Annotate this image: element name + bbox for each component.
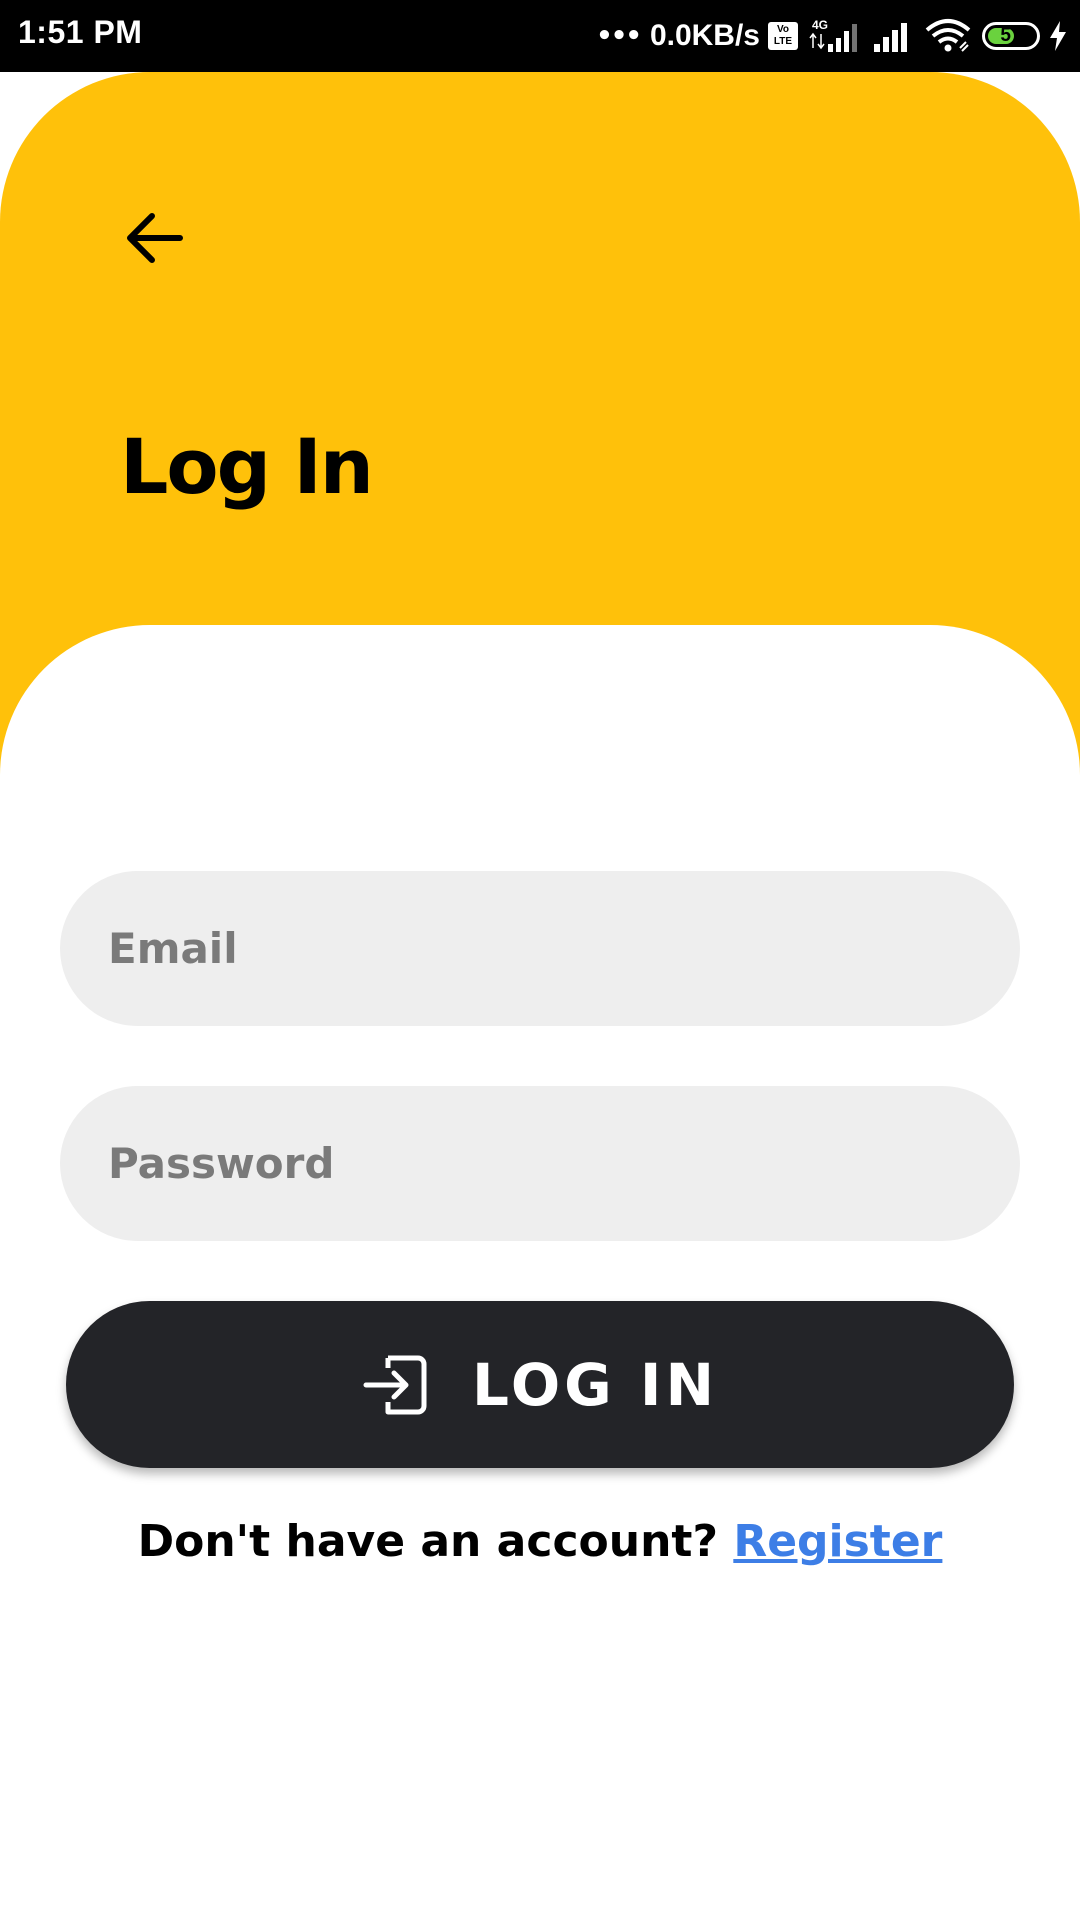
- register-row: Don't have an account? Register: [0, 1516, 1080, 1567]
- arrow-left-icon: [127, 213, 183, 263]
- login-button-label: LOG IN: [471, 1350, 719, 1419]
- back-button[interactable]: [122, 205, 188, 271]
- wifi-icon: [925, 19, 971, 52]
- status-icons: ••• 0.0KB/s Vo LTE 4G 57: [596, 12, 1068, 60]
- notification-dots: •••: [596, 21, 642, 51]
- charging-icon: [1050, 21, 1066, 51]
- login-icon: [363, 1355, 427, 1414]
- status-bar: 1:51 PM ••• 0.0KB/s Vo LTE 4G 57: [0, 0, 1080, 72]
- volte-icon: Vo LTE: [768, 22, 798, 50]
- battery-percent: 57: [1000, 25, 1022, 46]
- email-field[interactable]: [60, 871, 1020, 1026]
- battery-icon: 57: [982, 22, 1040, 50]
- password-field[interactable]: [60, 1086, 1020, 1241]
- network-type-label: 4G: [812, 18, 828, 32]
- signal-icon: 4G: [809, 18, 857, 52]
- signal-icon: [874, 23, 907, 52]
- login-button[interactable]: LOG IN: [66, 1301, 1014, 1468]
- form-panel: [0, 625, 1080, 1920]
- register-prompt: Don't have an account?: [137, 1516, 718, 1567]
- status-time: 1:51 PM: [18, 14, 143, 50]
- register-link[interactable]: Register: [733, 1516, 942, 1567]
- page-title: Log In: [120, 422, 374, 511]
- network-speed: 0.0KB/s: [649, 19, 760, 52]
